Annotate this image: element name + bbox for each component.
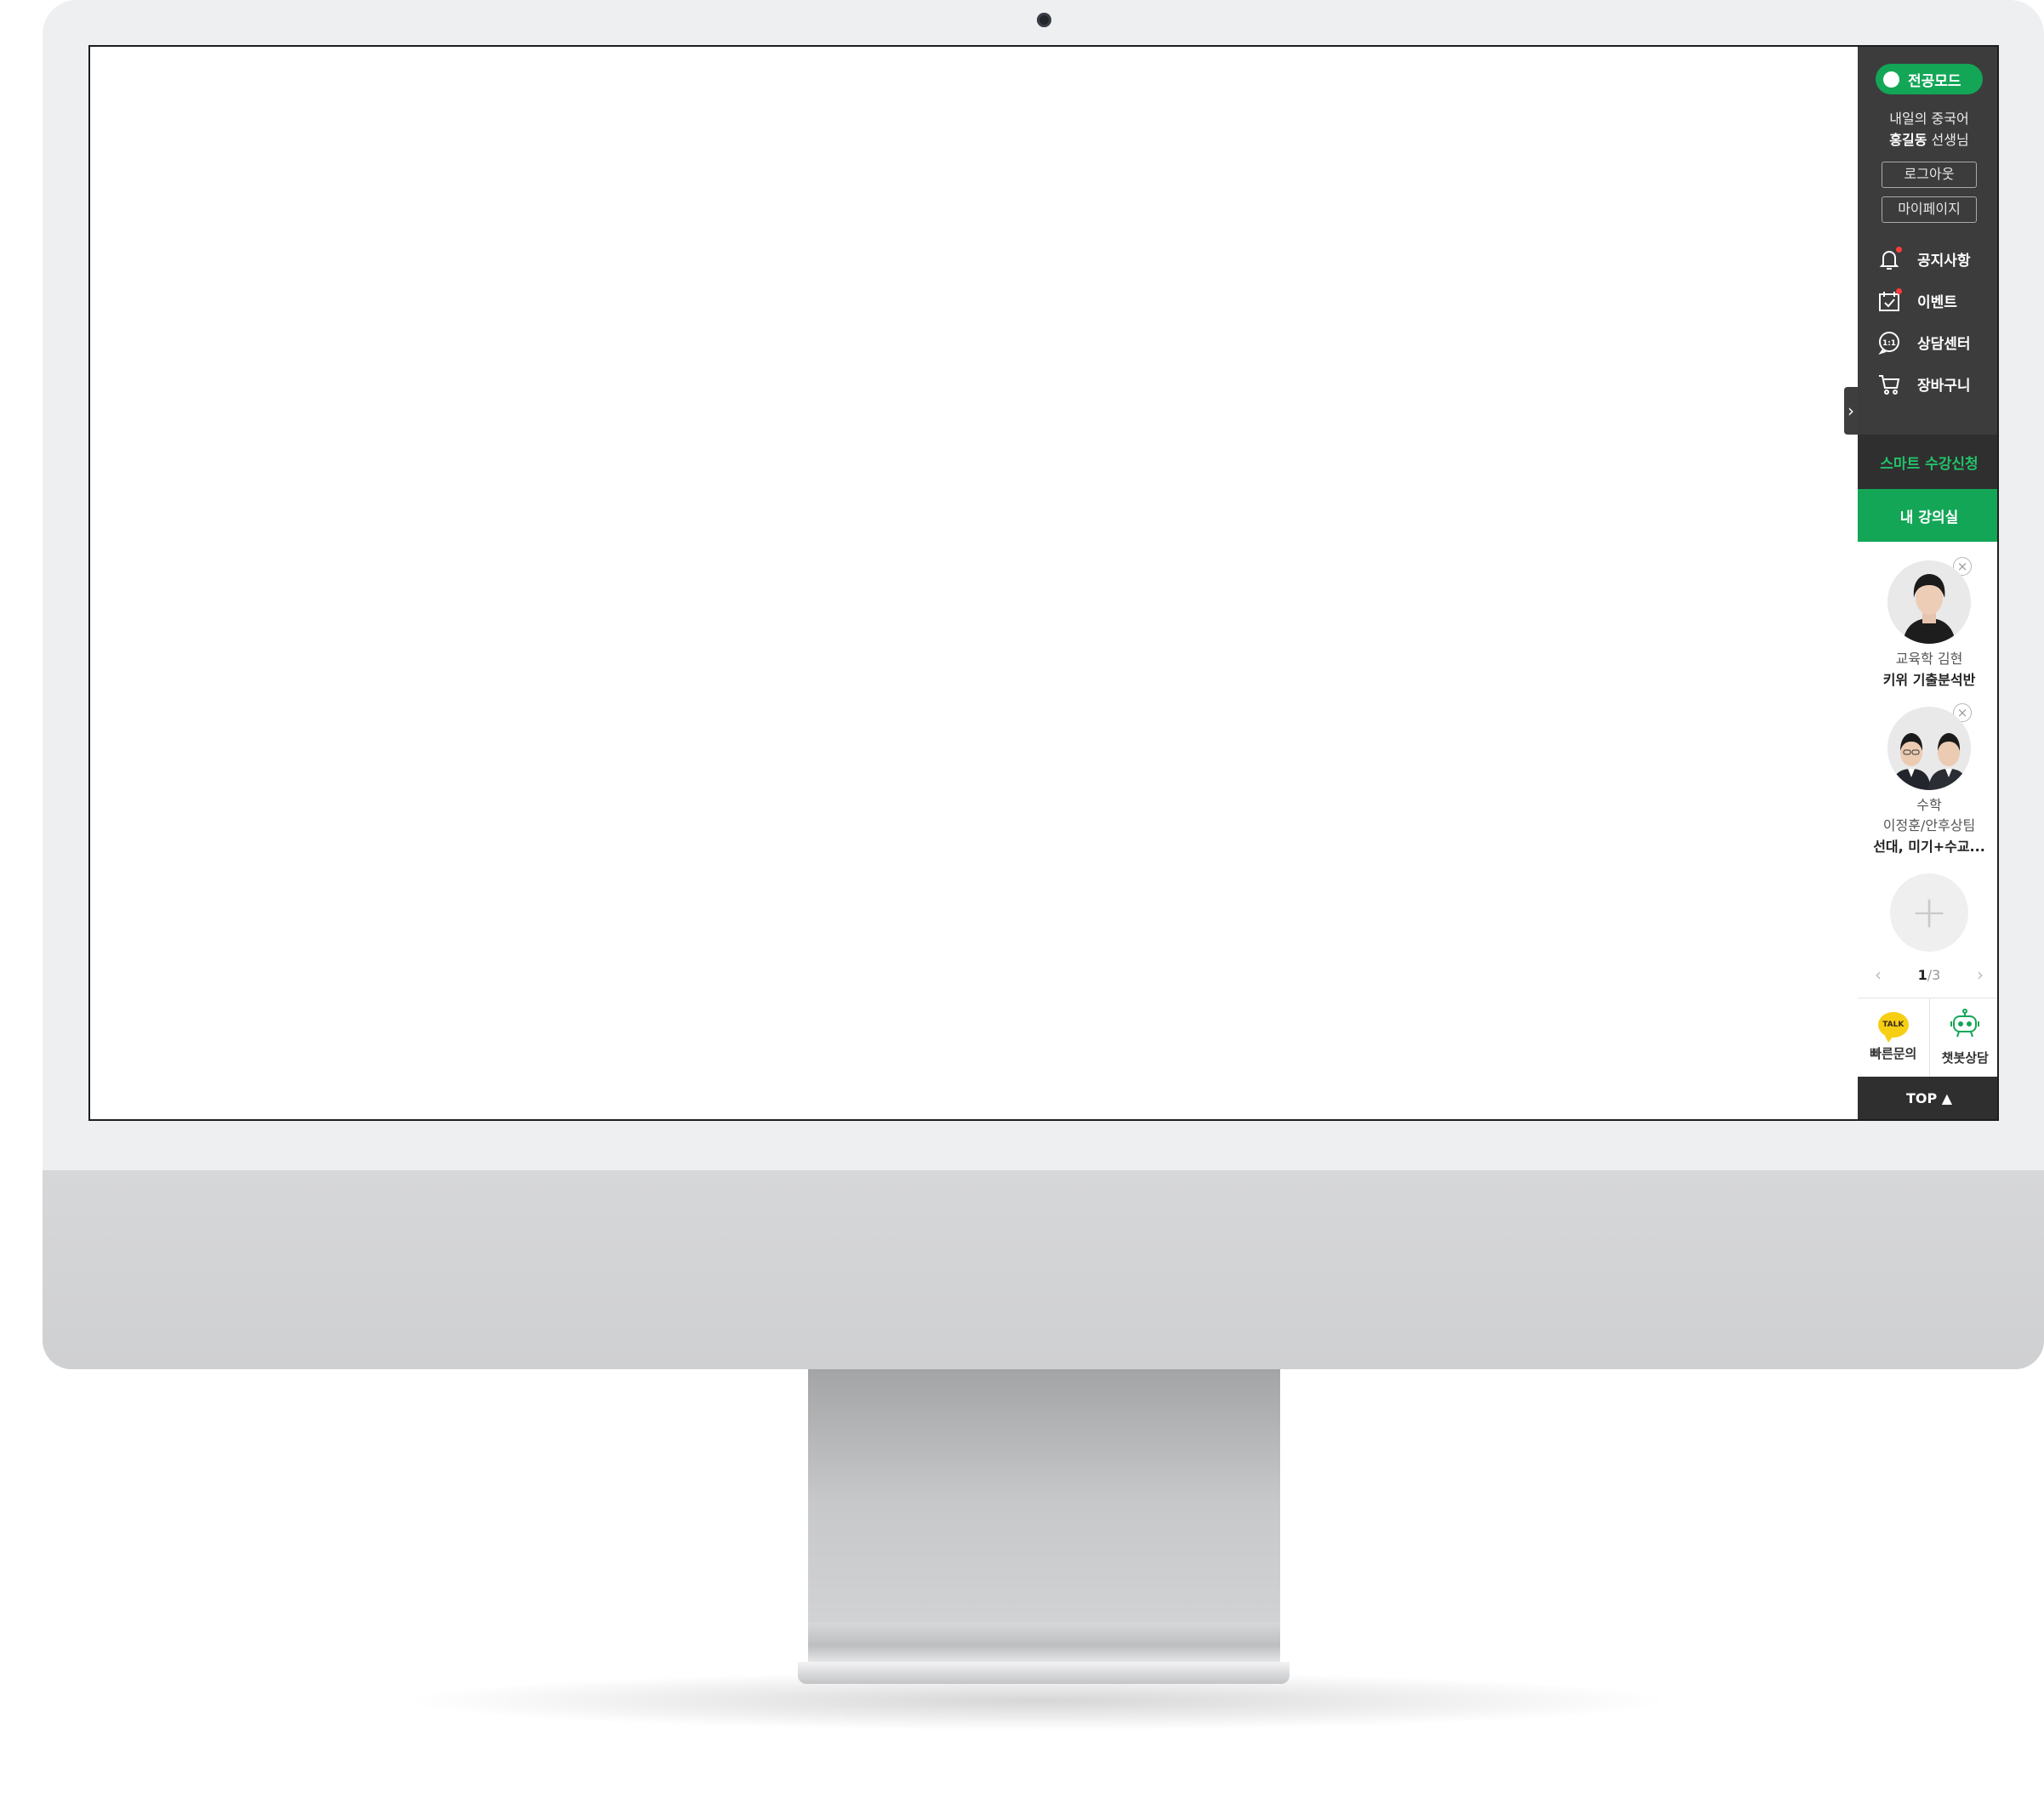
user-course: 내일의 중국어 (1889, 111, 1969, 127)
cart-icon (1876, 372, 1902, 397)
chevron-right-icon: › (1848, 401, 1854, 421)
monitor-foot (798, 1662, 1290, 1684)
smart-enroll-button[interactable]: 스마트 수강신청 (1858, 435, 1997, 489)
chatbot-button[interactable]: 챗봇상담 (1928, 998, 1998, 1076)
nav-label: 공지사항 (1917, 253, 1971, 270)
monitor-neck-bend (808, 1623, 1280, 1663)
course-subject: 수학 (1916, 797, 1942, 813)
user-name: 홍길동 (1889, 132, 1927, 148)
camera-icon (1037, 13, 1051, 27)
page-content-area (90, 47, 1858, 1119)
kakao-talk-icon: TALK (1877, 1012, 1909, 1043)
plus-icon: + (1910, 887, 1948, 938)
nav-label: 상담센터 (1917, 336, 1971, 353)
user-greeting: 홍길동 선생님 (1858, 129, 1997, 151)
notice-badge (1896, 246, 1902, 253)
nav-item-notice[interactable]: 공지사항 (1858, 238, 1997, 280)
course-card[interactable]: × 교육학 김현 키위 기출분석반 (1858, 542, 1997, 691)
major-mode-toggle[interactable]: 전공모드 (1876, 64, 1983, 94)
course-pager: ‹ 1/3 › (1858, 952, 1997, 998)
quick-menu: 전공모드 내일의 중국어 홍길동 선생님 로그아웃 마이페이지 공지사항 이벤트… (1858, 47, 1998, 1119)
quick-menu-toggle-button[interactable]: › (1844, 387, 1858, 435)
quick-nav: 공지사항 이벤트 1:1 상담센터 장바구니 (1858, 238, 1997, 405)
support-buttons: TALK 빠른문의 챗봇상담 (1858, 998, 1998, 1076)
chat-1on1-icon: 1:1 (1876, 330, 1902, 355)
quick-menu-user-panel: 전공모드 내일의 중국어 홍길동 선생님 로그아웃 마이페이지 공지사항 이벤트… (1858, 47, 1997, 435)
course-title: 선대, 미기+수교... (1873, 839, 1985, 855)
course-subject: 교육학 김현 (1895, 651, 1963, 667)
logout-button[interactable]: 로그아웃 (1882, 162, 1977, 188)
current-page: 1 (1917, 966, 1927, 983)
instructor-avatar (1887, 560, 1971, 644)
scroll-top-button[interactable]: TOP ▲ (1858, 1077, 1997, 1119)
event-badge (1896, 287, 1902, 294)
mypage-button[interactable]: 마이페이지 (1882, 196, 1977, 223)
instructor-avatar (1887, 707, 1971, 790)
screen: › 전공모드 내일의 중국어 홍길동 선생님 로그아웃 마이페이지 공지사항 이… (88, 45, 1999, 1121)
nav-item-counsel[interactable]: 1:1 상담센터 (1858, 321, 1997, 363)
svg-text:1:1: 1:1 (1882, 339, 1896, 348)
chatbot-label: 챗봇상담 (1941, 1050, 1989, 1066)
add-course-button[interactable]: + (1890, 873, 1968, 952)
course-card[interactable]: × 수학 이정훈/안후상팀 선대, 미기+수교... (1858, 691, 1997, 858)
robot-icon (1949, 1008, 1981, 1042)
course-instructor: 이정훈/안후상팀 (1882, 817, 1976, 833)
calendar-check-icon (1876, 287, 1902, 314)
course-title: 키위 기출분석반 (1882, 672, 1976, 688)
monitor-chin (43, 1170, 2044, 1369)
nav-label: 장바구니 (1917, 378, 1971, 395)
nav-item-cart[interactable]: 장바구니 (1858, 363, 1997, 405)
bell-icon (1876, 246, 1902, 272)
prev-page-button[interactable]: ‹ (1875, 964, 1882, 985)
next-page-button[interactable]: › (1977, 964, 1984, 985)
user-suffix: 선생님 (1927, 132, 1969, 148)
quick-inquiry-label: 빠른문의 (1870, 1046, 1917, 1061)
nav-item-event[interactable]: 이벤트 (1858, 280, 1997, 321)
page-indicator: 1/3 (1918, 967, 1941, 983)
my-classroom-button[interactable]: 내 강의실 (1858, 489, 1997, 542)
quick-inquiry-button[interactable]: TALK 빠른문의 (1858, 998, 1929, 1076)
major-mode-label: 전공모드 (1908, 72, 1961, 90)
toggle-knob (1883, 71, 1899, 88)
nav-label: 이벤트 (1917, 294, 1957, 311)
total-pages: /3 (1927, 966, 1941, 983)
